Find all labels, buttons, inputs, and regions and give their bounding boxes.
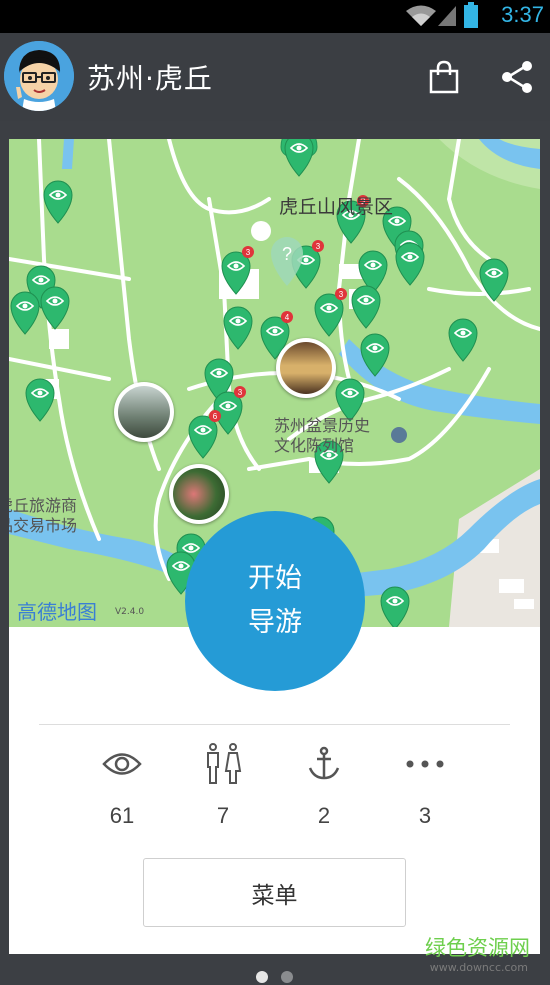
- anchor-icon: [308, 746, 340, 780]
- shop-button[interactable]: [426, 59, 462, 95]
- start-tour-label-2: 导游: [248, 607, 302, 638]
- museum-icon: [391, 427, 407, 443]
- stat-other[interactable]: 3: [385, 739, 465, 829]
- map-pin-15[interactable]: 3: [314, 288, 347, 337]
- watermark-text: 绿色资源网: [425, 936, 530, 960]
- watermark-url: www.downcc.com: [429, 961, 528, 974]
- map-pin-11[interactable]: [10, 291, 40, 335]
- shopping-bag-icon: [429, 60, 459, 94]
- map-pin-13[interactable]: [223, 306, 253, 350]
- start-tour-label-1: 开始: [248, 563, 302, 594]
- stat-restrooms-count: 7: [216, 803, 230, 828]
- svg-text:4: 4: [285, 313, 290, 322]
- share-icon: [502, 61, 532, 93]
- map-pin-23[interactable]: 6: [188, 410, 221, 459]
- start-tour-button[interactable]: 开始 导游: [185, 511, 365, 691]
- wifi-icon: [406, 5, 436, 26]
- page-indicator-inactive[interactable]: [281, 971, 293, 983]
- menu-button[interactable]: 菜单: [143, 858, 406, 927]
- restroom-icon: [207, 743, 242, 784]
- map-label-tiger-hill: 虎丘山风景区: [279, 196, 394, 218]
- map-brand-logo: 高德地图: [17, 600, 97, 624]
- divider: [39, 724, 510, 725]
- status-bar: 3:37: [0, 0, 550, 33]
- map-pin-18[interactable]: [360, 333, 390, 377]
- map-version: V2.4.0: [115, 607, 145, 617]
- eye-icon: [102, 753, 142, 775]
- map-label-market-2: 品交易市场: [9, 516, 78, 535]
- scenic-card: 3 3 3 4 3 3 6? 虎丘山风景区 苏州盆景历史 文化陈列馆 虎丘旅游商 品交易市场…: [9, 139, 540, 954]
- signal-icon: [438, 6, 456, 26]
- photo-marker-monument[interactable]: [114, 382, 174, 442]
- map-label-bonsai-museum-2: 文化陈列馆: [274, 436, 355, 455]
- svg-text:3: 3: [316, 242, 321, 251]
- map-label-bonsai-museum-1: 苏州盆景历史: [274, 416, 371, 435]
- map-pin-17[interactable]: [448, 318, 478, 362]
- map-pin-4[interactable]: 3: [221, 246, 254, 295]
- page-indicator-active[interactable]: [256, 971, 268, 983]
- map-pin-9[interactable]: [479, 258, 509, 302]
- map-pin-1[interactable]: [43, 180, 73, 224]
- map-pin-8[interactable]: [395, 242, 425, 286]
- page-title: 苏州·虎丘: [87, 62, 213, 95]
- map-pin-12[interactable]: [40, 286, 70, 330]
- map-pin-28[interactable]: [380, 586, 410, 627]
- map-pin-0[interactable]: [284, 139, 314, 177]
- avatar-cartoon-icon: [4, 41, 74, 111]
- share-button[interactable]: [499, 59, 535, 95]
- app-header: 苏州·虎丘: [0, 33, 550, 121]
- svg-text:3: 3: [238, 388, 243, 397]
- stat-docks-count: 2: [317, 803, 331, 828]
- svg-text:?: ?: [282, 244, 292, 264]
- stat-other-count: 3: [418, 803, 432, 828]
- map-pin-16[interactable]: [351, 285, 381, 329]
- photo-marker-garden[interactable]: [169, 464, 229, 524]
- stat-attractions[interactable]: 61: [82, 739, 162, 829]
- map-pin-20[interactable]: [25, 378, 55, 422]
- stat-docks[interactable]: 2: [284, 739, 364, 829]
- svg-text:3: 3: [246, 248, 251, 257]
- svg-text:6: 6: [213, 412, 218, 421]
- battery-icon: [464, 2, 478, 28]
- stat-restrooms[interactable]: 7: [183, 739, 263, 829]
- map-pin-22[interactable]: [335, 378, 365, 422]
- more-icon: [406, 760, 444, 768]
- map-label-market-1: 虎丘旅游商: [9, 496, 78, 515]
- status-time: 3:37: [501, 2, 544, 27]
- avatar[interactable]: [4, 41, 74, 111]
- stat-attractions-count: 61: [109, 803, 135, 828]
- photo-marker-plaque[interactable]: [276, 338, 336, 398]
- svg-text:3: 3: [339, 290, 344, 299]
